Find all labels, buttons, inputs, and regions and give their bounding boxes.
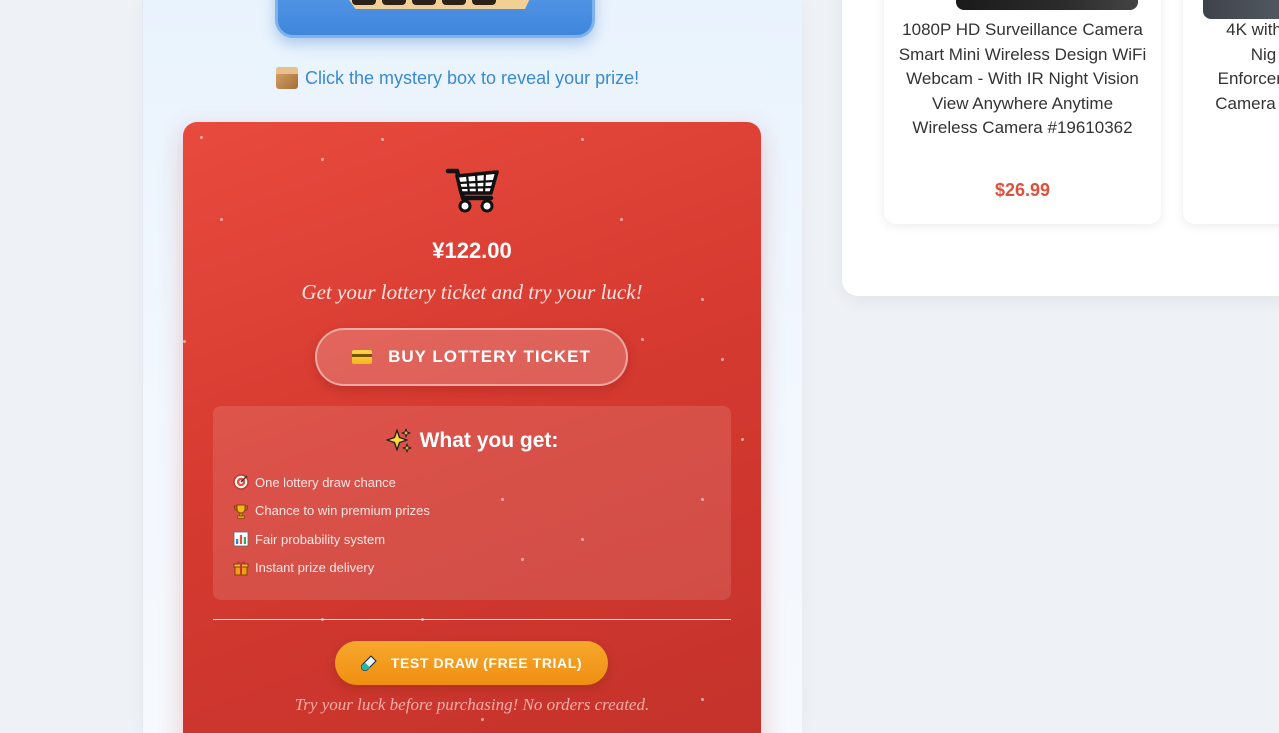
product-title[interactable]: 1080P HD Surveillance Camera Smart Mini … [898,18,1147,141]
section-divider [213,619,731,620]
lottery-ticket-card: ¥122.00 Get your lottery ticket and try … [183,122,761,733]
target-icon [233,474,249,490]
mystery-box-hint[interactable]: Click the mystery box to reveal your pri… [276,67,639,89]
sparkle-dot [721,358,724,361]
sparkle-dot [641,338,644,341]
mystery-box-image [330,0,542,9]
gift-icon [233,561,249,576]
test-tube-icon [360,655,377,671]
product-card[interactable]: 1080P HD Surveillance Camera Smart Mini … [884,0,1161,224]
benefit-item: Fair probability system [233,525,430,554]
benefit-item: Instant prize delivery [233,554,430,583]
sparkle-dot [220,218,223,221]
sparkle-dot [381,138,384,141]
benefit-list: One lottery draw chance Chance to win pr… [233,468,430,582]
package-icon [276,67,298,89]
product-image [956,0,1138,10]
buy-lottery-ticket-button[interactable]: BUY LOTTERY TICKET [315,328,628,386]
ticket-price: ¥122.00 [432,238,512,263]
mystery-box[interactable] [275,0,595,38]
sparkle-dot [200,136,203,139]
benefits-title-text: What you get: [419,429,559,452]
sparkle-dot [183,340,186,343]
face-icon [352,0,376,5]
ticket-tagline: Get your lottery ticket and try your luc… [301,280,643,304]
sparkle-dot [321,158,324,161]
product-price: $26.99 [994,180,1051,200]
face-icon [412,0,436,5]
benefit-item: One lottery draw chance [233,468,430,497]
credit-card-icon [352,350,373,364]
face-icon [382,0,406,5]
benefits-box: What you get: One lottery draw chance Ch… [213,406,731,600]
face-icon [442,0,466,5]
buy-button-label: BUY LOTTERY TICKET [388,347,591,366]
sparkle-dot [581,138,584,141]
sparkle-dot [620,218,623,221]
product-card[interactable]: 4K with Nig Enforcem Camera C [1183,0,1279,224]
sparkles-icon [385,428,412,453]
sparkle-dot [481,718,484,721]
trophy-icon [234,504,248,519]
face-icon [472,0,496,5]
test-draw-label: TEST DRAW (FREE TRIAL) [390,655,583,671]
trial-note: Try your luck before purchasing! No orde… [294,695,650,714]
product-image [1203,0,1279,19]
mystery-hint-text: Click the mystery box to reveal your pri… [305,67,640,88]
test-draw-button[interactable]: TEST DRAW (FREE TRIAL) [335,641,608,685]
benefit-item: Chance to win premium prizes [233,497,430,526]
sparkle-dot [741,438,744,441]
bar-chart-icon [233,531,249,547]
benefits-heading: What you get: [213,428,731,454]
shopping-cart-icon [445,168,499,213]
product-title[interactable]: 4K with Nig Enforcem Camera C [1199,18,1279,116]
